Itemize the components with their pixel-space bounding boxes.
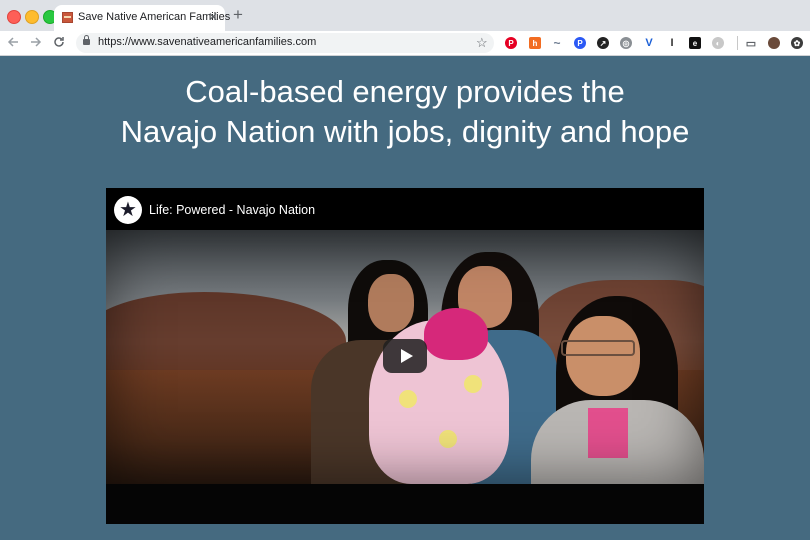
browser-toolbar: https://www.savenativeamericanfamilies.c… [0,31,810,56]
reload-button[interactable] [51,34,67,50]
video-title[interactable]: Life: Powered - Navajo Nation [149,203,315,217]
site-favicon-icon [62,12,73,23]
headline-line-2: Navajo Nation with jobs, dignity and hop… [120,114,690,149]
video-title-bar: ★ Life: Powered - Navajo Nation [106,188,704,230]
toggle-extension-icon[interactable]: ◐ [712,37,724,49]
reload-icon [54,37,64,47]
arrow-right-icon [31,37,42,47]
instapaper-icon[interactable]: I [666,37,678,49]
menu-extension-icon[interactable]: ✿ [791,37,803,49]
back-button[interactable] [5,34,21,50]
new-tab-button[interactable]: + [233,6,243,24]
close-window-button[interactable] [7,10,21,24]
evernote-icon[interactable]: e [689,37,701,49]
play-button[interactable] [383,339,427,373]
generic-extension-icon[interactable]: ◎ [620,37,632,49]
lock-icon [83,35,90,45]
forward-button[interactable] [28,34,44,50]
url-text: https://www.savenativeamericanfamilies.c… [98,36,317,48]
headline-line-1: Coal-based energy provides the [185,74,625,109]
bookmark-star-icon[interactable]: ☆ [476,35,488,50]
stylus-icon[interactable]: ↗ [597,37,609,49]
momentum-icon[interactable]: ~ [551,36,563,50]
profile-avatar-icon[interactable] [768,37,780,49]
play-icon [400,349,413,363]
video-letterbox [106,484,704,524]
embedded-video-player[interactable]: ★ Life: Powered - Navajo Nation [106,188,704,524]
star-logo-icon[interactable]: ★ [114,196,142,224]
vuejs-devtools-icon[interactable]: V [643,37,655,49]
arrow-left-icon [7,37,18,47]
minimize-window-button[interactable] [25,10,39,24]
pocket-icon[interactable]: P [574,37,586,49]
toolbar-divider [737,36,738,50]
address-bar[interactable]: https://www.savenativeamericanfamilies.c… [76,33,494,53]
tab-close-icon[interactable]: ✕ [208,9,218,25]
browser-tab[interactable]: Save Native American Families ✕ [54,5,230,31]
page-headline: Coal-based energy provides the Navajo Na… [0,72,810,152]
honey-icon[interactable]: h [529,37,541,49]
cast-icon[interactable]: ▭ [745,37,757,50]
browser-tab-strip: Save Native American Families ✕ + [0,0,810,31]
pinterest-icon[interactable]: P [505,37,517,49]
